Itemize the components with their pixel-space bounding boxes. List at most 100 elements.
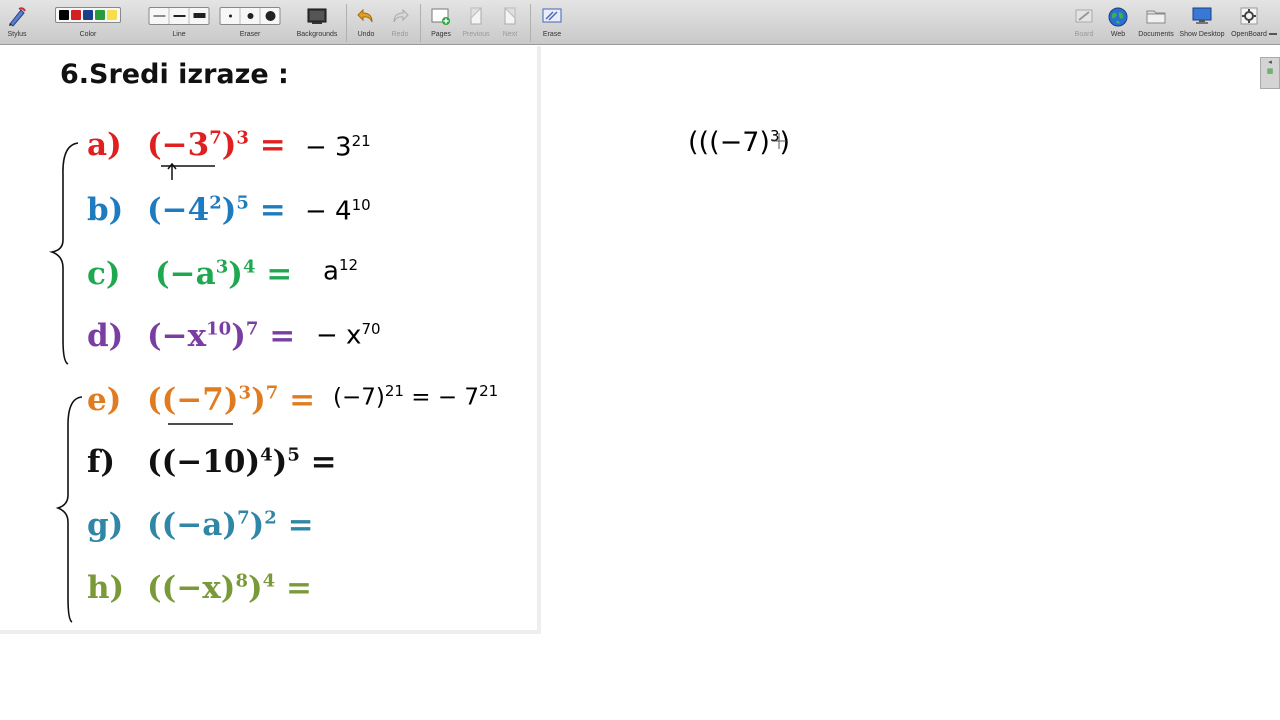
color-tool[interactable]: Color [38,0,138,45]
problem-b: b) (−42)5 = [87,192,286,228]
color-swatch-red[interactable] [71,10,81,20]
toolbar: Stylus Color Line Eraser Backgrounds Und… [0,0,1280,45]
problem-base: ((−7) [147,382,239,418]
line-medium-option[interactable] [170,8,190,24]
answer-exponent: 21 [384,382,404,400]
stylus-icon [9,7,26,27]
problem-equals: = [259,127,286,163]
note-close: ) [779,127,791,158]
eraser-size-selector [219,7,281,25]
problem-g: g) ((−a)7)2 = [87,507,314,543]
color-swatch-green[interactable] [95,10,105,20]
eraser-label: Eraser [239,31,261,38]
previous-page-icon [470,7,483,25]
line-tool[interactable]: Line [148,0,210,45]
right-palette-handle[interactable]: ◂ ▦ [1260,57,1280,89]
close-icon[interactable] [1269,33,1277,35]
folder-icon [1146,10,1166,24]
eraser-tool[interactable]: Eraser [219,0,281,45]
problem-base: ((−10) [147,444,261,480]
undo-button[interactable]: Undo [352,0,380,45]
eraser-medium-option[interactable] [241,8,261,24]
backgrounds-label: Backgrounds [296,31,338,38]
openboard-menu-button[interactable]: OpenBoard [1228,0,1270,45]
problem-outer-exponent: 4 [242,256,256,278]
answer-exponent: 12 [338,256,359,274]
problem-close: ) [272,444,288,480]
problem-outer-exponent: 5 [236,192,249,214]
problem-equals: = [266,256,293,292]
erase-button[interactable]: Erase [536,0,568,45]
line-width-selector [148,7,210,25]
line-thin-option[interactable] [150,8,170,24]
problem-equals: = [259,192,286,228]
show-desktop-label: Show Desktop [1179,31,1225,38]
redo-button[interactable]: Redo [386,0,414,45]
documents-mode-button[interactable]: Documents [1136,0,1176,45]
color-swatch-black[interactable] [59,10,69,20]
pages-button[interactable]: Pages [426,0,456,45]
next-label: Next [502,31,518,38]
problem-inner-exponent: 4 [260,444,273,466]
problem-base: ((−x) [147,570,236,606]
line-thick-option[interactable] [190,8,209,24]
openboard-label: OpenBoard [1231,31,1267,38]
answer-text: a [323,256,339,287]
answer-text: − 3 [305,132,352,163]
previous-page-button[interactable]: Previous [461,0,491,45]
problem-letter: d) [87,318,124,354]
next-page-button[interactable]: Next [495,0,525,45]
globe-icon [1108,7,1128,27]
color-swatches [55,7,121,23]
board-mode-button[interactable]: Board [1070,0,1098,45]
problem-close: ) [231,318,246,354]
toolbar-separator [346,4,347,42]
add-page-icon [431,8,450,25]
problem-inner-exponent: 8 [235,570,248,592]
problem-outer-exponent: 7 [265,382,279,404]
handwritten-answer-c: a12 [323,256,358,287]
eraser-small-option[interactable] [221,8,241,24]
show-desktop-button[interactable]: Show Desktop [1178,0,1226,45]
eraser-large-option[interactable] [261,8,280,24]
problem-close: ) [221,192,237,228]
stylus-tool[interactable]: Stylus [2,0,32,45]
previous-label: Previous [462,31,490,38]
backgrounds-tool[interactable]: Backgrounds [293,0,341,45]
problem-c: c) (−a3)4 = [87,256,292,292]
problem-inner-exponent: 10 [206,318,232,340]
arrow-left-icon: ◂ [1268,58,1272,66]
problem-f: f) ((−10)4)5 = [87,444,337,480]
toolbar-separator [530,4,531,42]
redo-icon [393,8,409,23]
answer-text: − x [316,320,362,351]
problem-close: ) [228,256,243,292]
web-mode-button[interactable]: Web [1104,0,1132,45]
library-icon: ▦ [1266,67,1274,75]
handwritten-answer-a: − 321 [305,132,371,163]
answer-text: (−7) [333,384,385,411]
handwritten-answer-b: − 410 [305,196,371,227]
problem-d: d) (−x10)7 = [87,318,295,354]
problem-inner-exponent: 3 [238,382,252,404]
problem-outer-exponent: 2 [264,507,277,529]
answer-exponent: 10 [351,196,371,214]
problem-letter: c) [87,256,121,292]
backgrounds-icon [307,8,327,24]
problem-inner-exponent: 7 [209,127,222,149]
problem-base: (−4 [147,192,210,228]
problem-letter: e) [87,382,122,418]
monitor-icon [1192,7,1212,24]
problem-base: (−x [147,318,207,354]
color-swatch-yellow[interactable] [107,10,117,20]
handwritten-answer-d: − x70 [316,320,381,351]
problem-close: ) [248,570,263,606]
problem-inner-exponent: 7 [237,507,250,529]
problem-close: ) [249,507,265,543]
documents-label: Documents [1138,31,1174,38]
problem-letter: h) [87,570,125,606]
color-swatch-blue[interactable] [83,10,93,20]
toolbar-separator [420,4,421,42]
problem-h: h) ((−x)8)4 = [87,570,312,606]
problem-letter: b) [87,192,124,228]
